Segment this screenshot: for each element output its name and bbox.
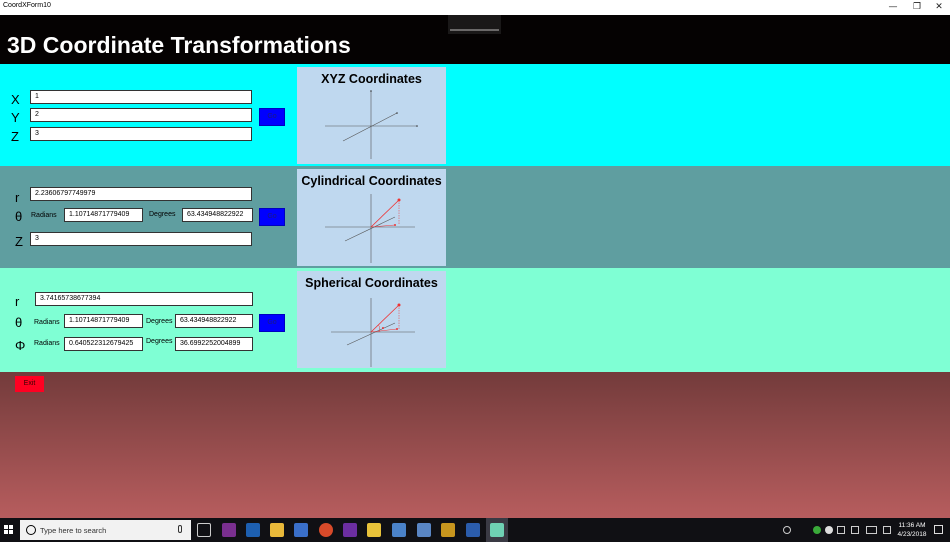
store-icon[interactable] [367, 523, 381, 537]
window-titlebar: CoordXForm10 — ❐ ✕ [0, 0, 950, 15]
exit-button[interactable]: Exit [15, 376, 44, 392]
tray-icon-1[interactable] [837, 526, 845, 534]
clock-date: 4/23/2018 [897, 531, 927, 538]
xyz-diagram: XYZ Coordinates [297, 67, 446, 164]
minimize-button[interactable]: — [882, 0, 904, 15]
app-icon-1[interactable] [392, 523, 406, 537]
chevron-up-icon[interactable] [801, 526, 809, 534]
page-title: 3D Coordinate Transformations [7, 32, 351, 58]
sph-phi-radians-label: Radians [34, 340, 60, 347]
sph-phi-degrees-label: Degrees [146, 338, 173, 345]
x-label: X [11, 92, 20, 107]
cyl-r-input[interactable]: 2.23606797749979 [30, 187, 252, 201]
visual-studio-icon[interactable] [343, 523, 357, 537]
search-icon [26, 525, 36, 535]
cylindrical-go-button[interactable]: Go [259, 208, 285, 226]
clock-time: 11:36 AM [898, 522, 926, 529]
spherical-axes-graphic [331, 298, 415, 367]
window-title: CoordXForm10 [3, 2, 51, 9]
sph-theta-radians-input[interactable]: 1.10714871779409 [64, 314, 143, 328]
notifications-icon[interactable] [934, 525, 943, 534]
word-icon[interactable] [466, 523, 480, 537]
taskbar-clock[interactable]: 11:36 AM 4/23/2018 [895, 521, 929, 539]
tray-app-icon[interactable] [813, 526, 821, 534]
windows-start-icon[interactable] [4, 525, 14, 535]
cylindrical-panel: r θ Z 2.23606797749979 Radians 1.1071487… [0, 166, 950, 268]
sph-phi-radians-input[interactable]: 0.640522312679425 [64, 337, 143, 351]
tray-icon-2[interactable] [851, 526, 859, 534]
y-input[interactable]: 2 [30, 108, 252, 122]
outlook-icon[interactable] [246, 523, 260, 537]
app-icon-2[interactable] [417, 523, 431, 537]
sph-r-input[interactable]: 3.74165738677394 [35, 292, 253, 306]
x-input[interactable]: 1 [30, 90, 252, 104]
xyz-go-button[interactable]: Go [259, 108, 285, 126]
task-view-icon[interactable] [197, 523, 211, 537]
z-input[interactable]: 3 [30, 127, 252, 141]
camera-bar [448, 15, 501, 34]
z-label: Z [11, 129, 19, 144]
file-explorer-icon[interactable] [270, 523, 284, 537]
people-icon[interactable] [783, 526, 791, 534]
y-label: Y [11, 110, 20, 125]
sph-theta-degrees-label: Degrees [146, 318, 173, 325]
microphone-icon[interactable] [178, 525, 182, 533]
onenote-icon[interactable] [222, 523, 236, 537]
cyl-theta-degrees-input[interactable]: 63.434948822922 [182, 208, 253, 222]
xyz-axes-graphic [325, 90, 418, 159]
cyl-z-label: Z [15, 234, 23, 249]
spherical-panel: r θ Φ 3.74165738677394 Radians 1.1071487… [0, 268, 950, 372]
windows-taskbar: Type here to search 11:36 AM 4/23/2018 [0, 518, 950, 542]
sph-theta-degrees-input[interactable]: 63.434948822922 [175, 314, 253, 328]
cyl-theta-label: θ [15, 209, 23, 224]
sph-phi-degrees-input[interactable]: 36.6992252004899 [175, 337, 253, 351]
xyz-panel: X Y Z 1 2 3 Go XYZ Coordinates [0, 64, 950, 166]
sph-theta-radians-label: Radians [34, 319, 60, 326]
search-placeholder: Type here to search [40, 526, 107, 535]
sph-theta-label: θ [15, 315, 23, 330]
cylindrical-diagram: Cylindrical Coordinates [297, 169, 446, 266]
spherical-go-button[interactable]: Go [259, 314, 285, 332]
restore-button[interactable]: ❐ [906, 0, 928, 15]
cyl-theta-radians-input[interactable]: 1.10714871779409 [64, 208, 143, 222]
cyl-radians-label: Radians [31, 212, 57, 219]
sph-phi-label: Φ [15, 338, 26, 353]
chrome-icon[interactable] [319, 523, 333, 537]
taskbar-search-box[interactable]: Type here to search [20, 520, 191, 540]
coordxform-app-icon[interactable] [490, 523, 504, 537]
cyl-z-input[interactable]: 3 [30, 232, 252, 246]
keyboard-icon[interactable] [866, 526, 877, 534]
network-icon[interactable] [883, 526, 891, 534]
cylindrical-axes-graphic [325, 194, 415, 263]
onedrive-icon[interactable] [825, 526, 833, 534]
bottom-area [0, 372, 950, 518]
edge-browser-icon[interactable] [294, 523, 308, 537]
close-button[interactable]: ✕ [928, 0, 950, 15]
sph-r-label: r [15, 294, 20, 309]
cyl-degrees-label: Degrees [149, 211, 176, 218]
page-header: 3D Coordinate Transformations [0, 15, 950, 64]
cyl-r-label: r [15, 190, 20, 205]
app-icon-3[interactable] [441, 523, 455, 537]
spherical-diagram: Spherical Coordinates [297, 271, 446, 368]
